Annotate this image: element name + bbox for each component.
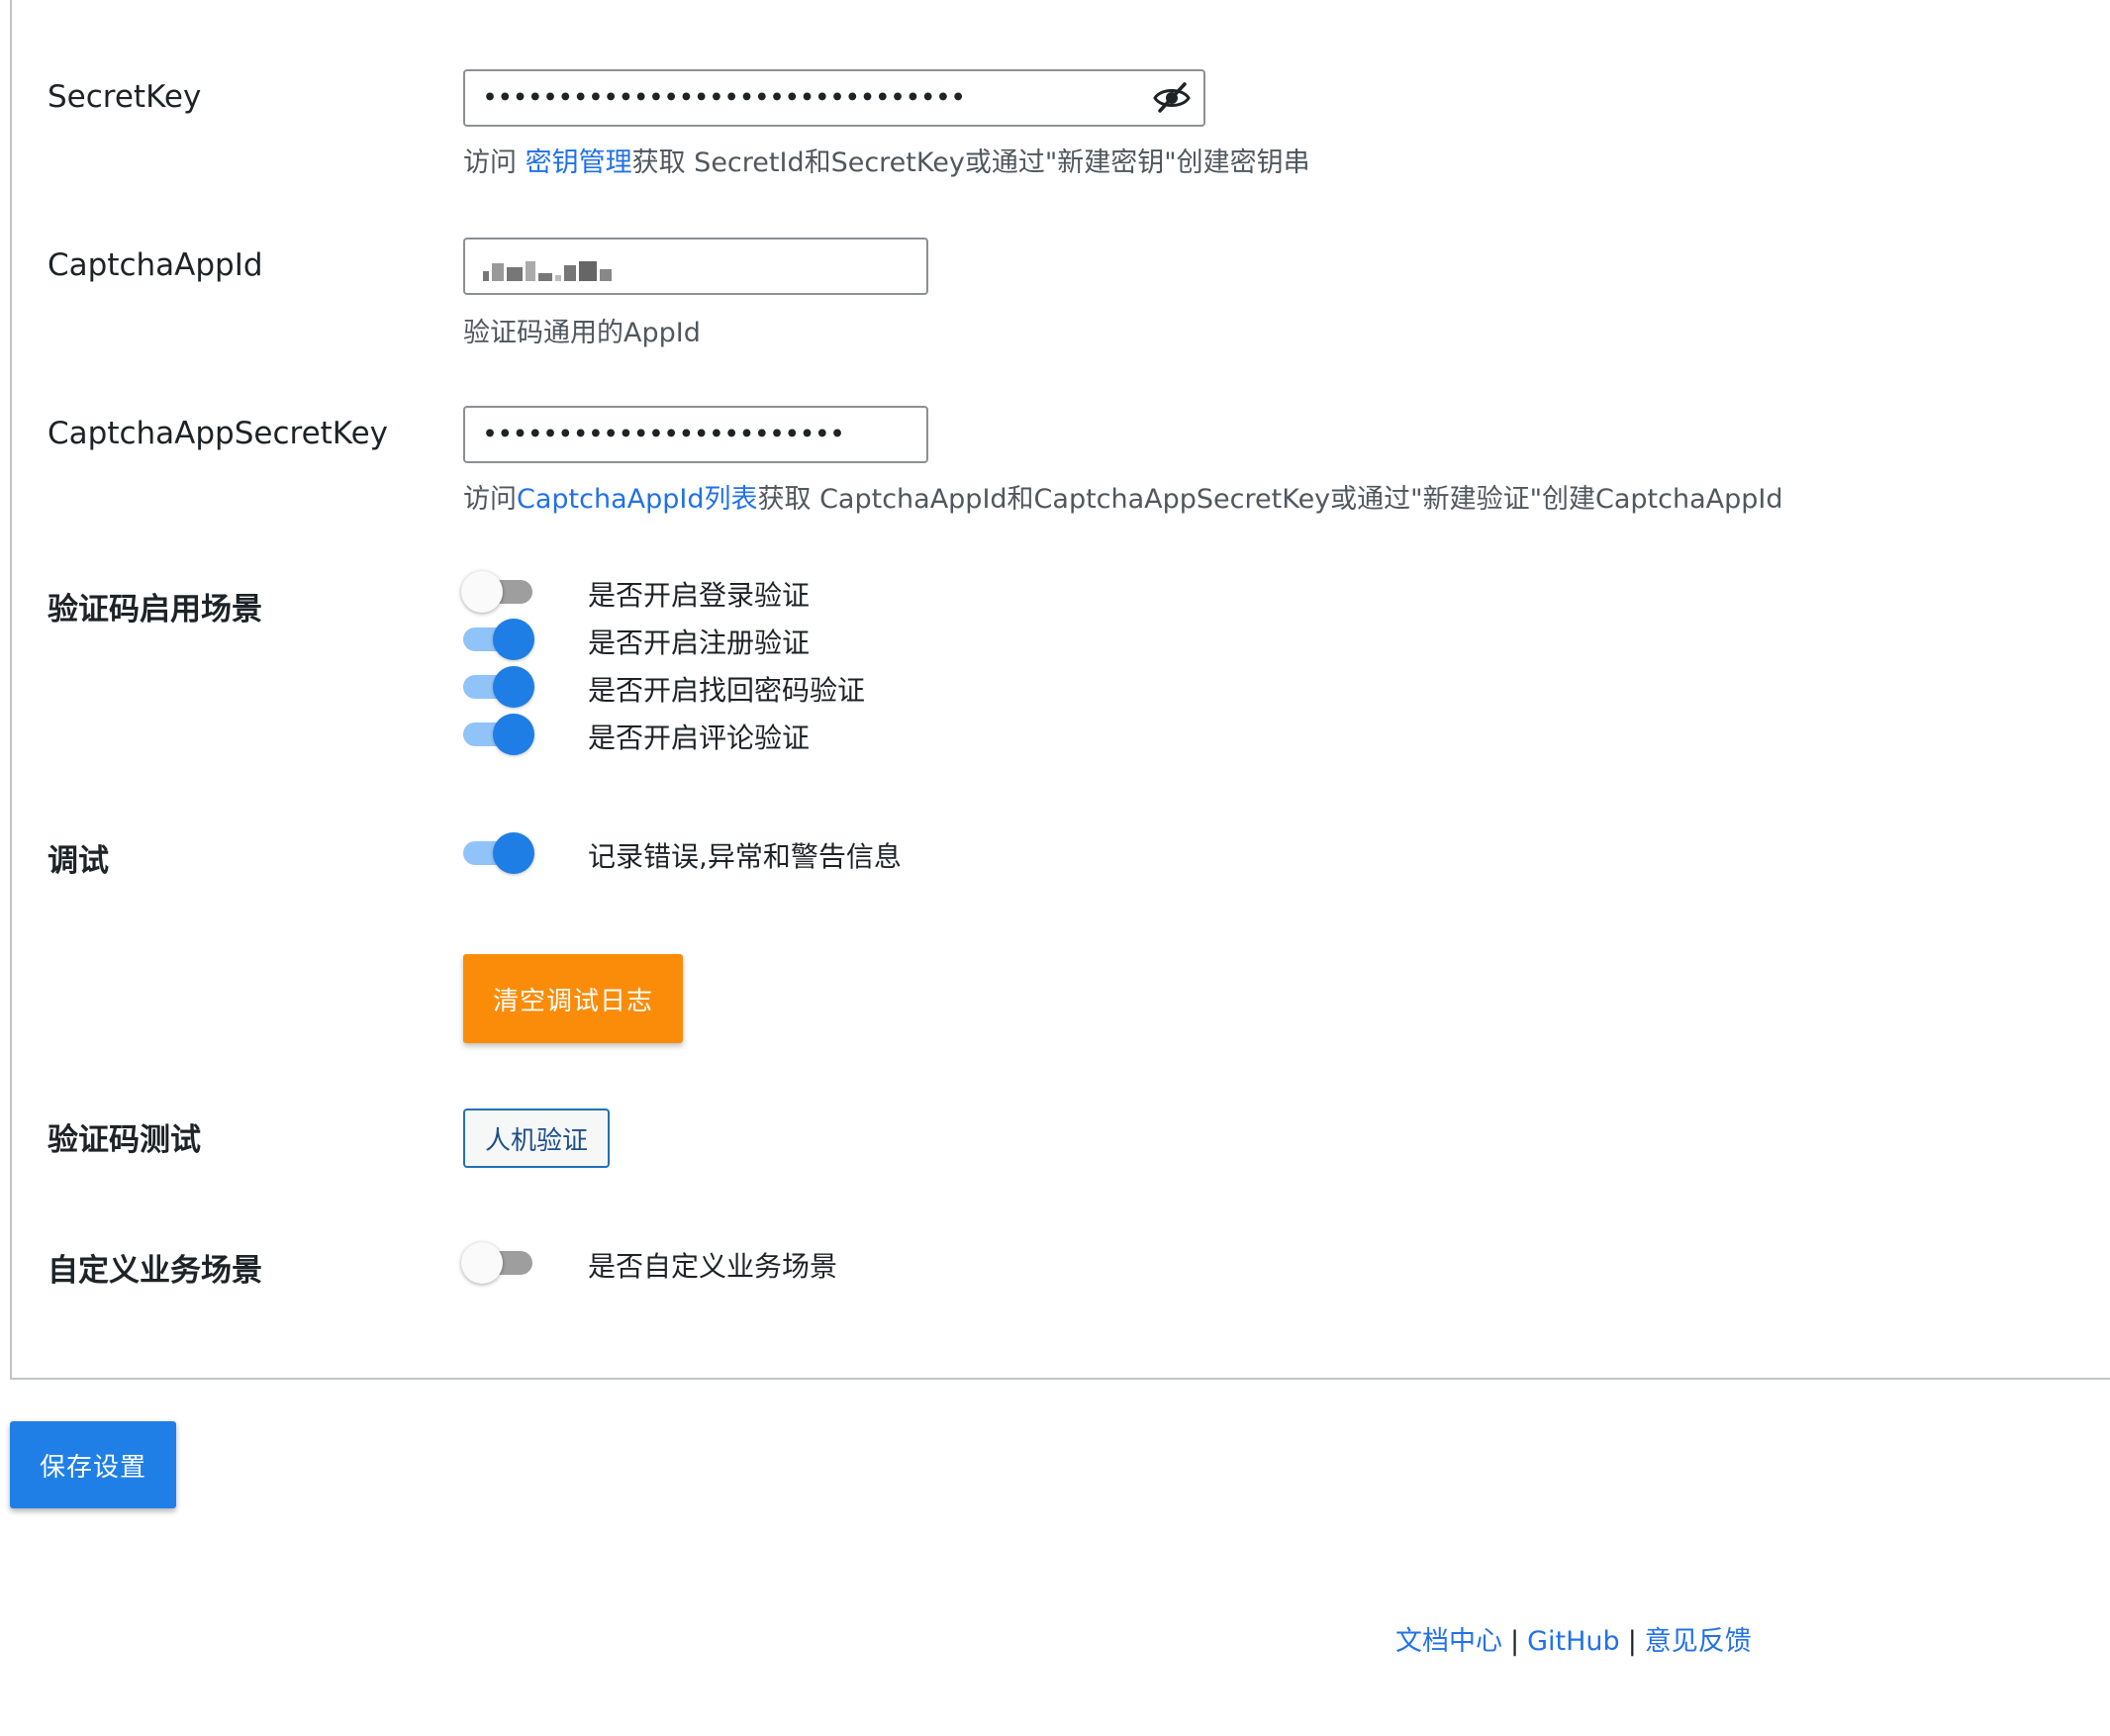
footer-links: 文档中心 | GitHub | 意见反馈 — [1395, 1619, 1752, 1658]
captcha-secret-help-suffix: 获取 CaptchaAppId和CaptchaAppSecretKey或通过"新… — [757, 484, 1783, 515]
custom-scene-label: 自定义业务场景 — [48, 1253, 262, 1289]
toggle-login-captcha[interactable] — [461, 571, 532, 613]
eye-slash-icon[interactable] — [1152, 81, 1192, 115]
captcha-secret-label: CaptchaAppSecretKey — [48, 416, 389, 451]
captcha-appid-input[interactable] — [463, 238, 928, 295]
scenes-label: 验证码启用场景 — [48, 592, 262, 627]
toggle-login-captcha-label: 是否开启登录验证 — [588, 579, 811, 612]
toggle-register-captcha-label: 是否开启注册验证 — [588, 627, 811, 659]
key-management-link[interactable]: 密钥管理 — [526, 147, 632, 178]
toggle-debug-logging-label: 记录错误,异常和警告信息 — [588, 840, 902, 873]
github-link[interactable]: GitHub — [1527, 1626, 1620, 1657]
secretkey-help: 访问 密钥管理获取 SecretId和SecretKey或通过"新建密钥"创建密… — [463, 141, 1310, 179]
captcha-appid-list-link[interactable]: CaptchaAppId列表 — [517, 484, 757, 515]
toggle-custom-scene-label: 是否自定义业务场景 — [588, 1250, 838, 1283]
toggle-comment-captcha[interactable] — [463, 714, 534, 755]
secretkey-masked-value: •••••••••••••••••••••••••••••••• — [483, 85, 967, 111]
captcha-appid-help: 验证码通用的AppId — [463, 318, 701, 348]
captcha-test-label: 验证码测试 — [48, 1122, 201, 1158]
toggle-reset-password-captcha-label: 是否开启找回密码验证 — [588, 674, 866, 707]
captcha-appid-label: CaptchaAppId — [48, 247, 263, 283]
feedback-link[interactable]: 意见反馈 — [1645, 1626, 1752, 1657]
captcha-secret-help: 访问CaptchaAppId列表获取 CaptchaAppId和CaptchaA… — [463, 477, 1782, 516]
settings-panel: SecretKey ••••••••••••••••••••••••••••••… — [10, 0, 2110, 1380]
secretkey-label: SecretKey — [48, 79, 202, 115]
human-verification-button[interactable]: 人机验证 — [463, 1109, 610, 1168]
secretkey-help-prefix: 访问 — [463, 147, 526, 178]
secretkey-input[interactable]: •••••••••••••••••••••••••••••••• — [463, 69, 1205, 127]
toggle-custom-scene[interactable] — [461, 1242, 532, 1284]
captcha-secret-help-prefix: 访问 — [463, 484, 517, 515]
toggle-register-captcha[interactable] — [463, 619, 534, 660]
footer-separator: | — [1510, 1626, 1520, 1657]
footer-separator: | — [1627, 1626, 1637, 1657]
toggle-reset-password-captcha[interactable] — [463, 666, 534, 708]
docs-center-link[interactable]: 文档中心 — [1395, 1626, 1502, 1657]
save-settings-button[interactable]: 保存设置 — [10, 1421, 176, 1508]
toggle-debug-logging[interactable] — [463, 832, 534, 874]
captcha-secret-input[interactable]: •••••••••••••••••••••••• — [463, 406, 928, 463]
toggle-comment-captcha-label: 是否开启评论验证 — [588, 722, 811, 754]
clear-debug-log-button[interactable]: 清空调试日志 — [463, 954, 683, 1043]
secretkey-help-suffix: 获取 SecretId和SecretKey或通过"新建密钥"创建密钥串 — [631, 147, 1310, 178]
pixelated-appid-value — [483, 261, 612, 281]
captcha-secret-masked-value: •••••••••••••••••••••••• — [483, 422, 846, 447]
debug-label: 调试 — [48, 843, 109, 879]
